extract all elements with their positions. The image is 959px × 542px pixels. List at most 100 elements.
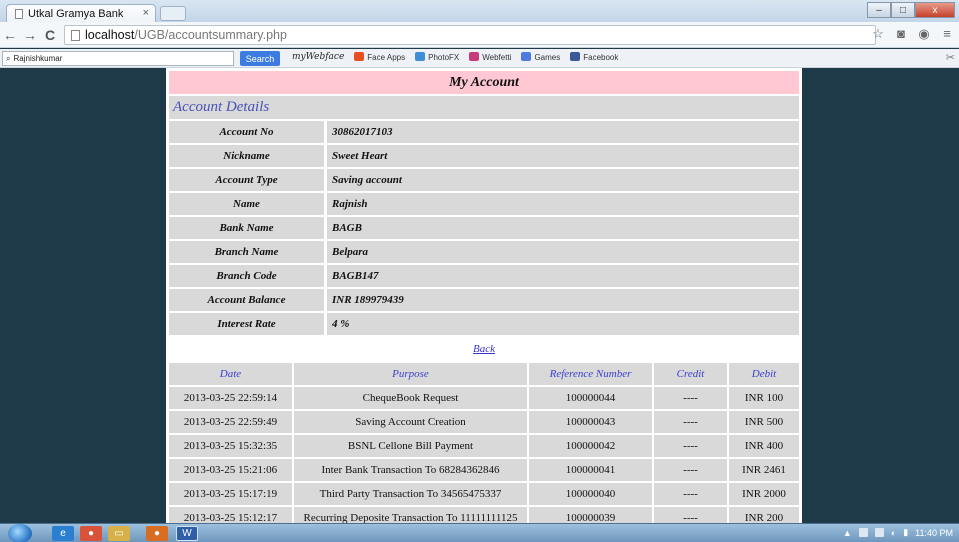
credit-cell: ---- bbox=[654, 483, 727, 505]
tray-arrow-icon[interactable]: ▲ bbox=[843, 528, 852, 538]
forward-arrow-icon[interactable]: → bbox=[20, 27, 40, 43]
reference-header: Reference Number bbox=[529, 363, 652, 385]
table-row: 2013-03-25 22:59:49 Saving Account Creati… bbox=[169, 411, 799, 433]
toolbar-link-photofx[interactable]: PhotoFX bbox=[415, 52, 459, 62]
extension-icon[interactable]: ◙ bbox=[893, 26, 909, 42]
detail-value: 4 % bbox=[327, 313, 799, 335]
tab-close-icon[interactable]: × bbox=[143, 7, 149, 19]
detail-value: BAGB147 bbox=[327, 265, 799, 287]
media-icon[interactable]: ● bbox=[146, 526, 168, 541]
mywebface-logo[interactable]: myWebface bbox=[292, 52, 344, 62]
table-row: 2013-03-25 15:12:17 Recurring Deposite Tr… bbox=[169, 507, 799, 523]
detail-label: Branch Name bbox=[169, 241, 324, 263]
reference-cell: 100000040 bbox=[529, 483, 652, 505]
ie-icon[interactable]: e bbox=[52, 526, 74, 541]
clock[interactable]: 11:40 PM bbox=[915, 528, 953, 538]
network-icon[interactable]: ▮ bbox=[903, 527, 908, 538]
word-icon[interactable]: W bbox=[176, 526, 198, 541]
purpose-cell: Recurring Deposite Transaction To 111111… bbox=[294, 507, 527, 523]
maximize-button[interactable]: □ bbox=[891, 2, 915, 18]
start-button[interactable] bbox=[8, 524, 32, 542]
toolbar-link-games[interactable]: Games bbox=[521, 52, 560, 62]
detail-label: Account Type bbox=[169, 169, 324, 191]
back-arrow-icon[interactable]: ← bbox=[0, 27, 20, 43]
purpose-cell: Inter Bank Transaction To 68284362846 bbox=[294, 459, 527, 481]
minimize-button[interactable]: – bbox=[867, 2, 891, 18]
tray-icon[interactable] bbox=[858, 528, 868, 537]
purpose-cell: BSNL Cellone Bill Payment bbox=[294, 435, 527, 457]
toolbar-links: myWebface Face Apps PhotoFX Webfetti Games F… bbox=[292, 52, 618, 62]
toolbar-link-label: Facebook bbox=[583, 53, 619, 62]
toolbar-link-icon bbox=[415, 52, 426, 61]
reference-cell: 100000042 bbox=[529, 435, 652, 457]
credit-header: Credit bbox=[654, 363, 727, 385]
chrome-icon[interactable]: ● bbox=[80, 526, 102, 541]
toolbar-link-icon bbox=[570, 52, 581, 61]
detail-value: BAGB bbox=[327, 217, 799, 239]
section-title: Account Details bbox=[169, 96, 799, 119]
page-icon bbox=[15, 9, 23, 19]
address-bar[interactable]: localhost /UGB/accountsummary.php bbox=[64, 25, 876, 45]
close-window-button[interactable]: x bbox=[915, 2, 955, 18]
detail-label: Interest Rate bbox=[169, 313, 324, 335]
extension-icon[interactable]: ◉ bbox=[916, 26, 932, 42]
reference-cell: 100000043 bbox=[529, 411, 652, 433]
browser-tab[interactable]: Utkal Gramya Bank × bbox=[6, 4, 156, 23]
reload-icon[interactable]: C bbox=[40, 27, 60, 43]
detail-value: Belpara bbox=[327, 241, 799, 263]
toolbar-link-label: PhotoFX bbox=[428, 53, 460, 62]
system-tray: ▲ ◐ ▮ 11:40 PM bbox=[843, 527, 953, 538]
tray-icon[interactable] bbox=[874, 528, 884, 537]
detail-row: Account Type Saving account bbox=[169, 169, 799, 191]
date-header: Date bbox=[169, 363, 292, 385]
purpose-cell: ChequeBook Request bbox=[294, 387, 527, 409]
detail-value: Rajnish bbox=[327, 193, 799, 215]
detail-label: Nickname bbox=[169, 145, 324, 167]
toolbar-link-label: Webfetti bbox=[482, 53, 512, 62]
detail-value: Saving account bbox=[327, 169, 799, 191]
table-row: 2013-03-25 15:32:35 BSNL Cellone Bill Pay… bbox=[169, 435, 799, 457]
detail-row: Interest Rate 4 % bbox=[169, 313, 799, 335]
debit-cell: INR 200 bbox=[729, 507, 799, 523]
detail-row: Name Rajnish bbox=[169, 193, 799, 215]
new-tab-button[interactable] bbox=[160, 6, 186, 21]
credit-cell: ---- bbox=[654, 459, 727, 481]
page-content: My Account Account Details Back Account … bbox=[0, 68, 959, 523]
bookmark-star-icon[interactable]: ☆ bbox=[870, 26, 886, 42]
date-cell: 2013-03-25 15:12:17 bbox=[169, 507, 292, 523]
credit-cell: ---- bbox=[654, 435, 727, 457]
debit-cell: INR 500 bbox=[729, 411, 799, 433]
toolbar-search-button[interactable]: Search bbox=[240, 51, 280, 66]
toolbar-link-icon bbox=[354, 52, 365, 61]
date-cell: 2013-03-25 15:21:06 bbox=[169, 459, 292, 481]
debit-header: Debit bbox=[729, 363, 799, 385]
page-icon bbox=[71, 29, 80, 41]
menu-icon[interactable]: ≡ bbox=[939, 26, 955, 42]
back-link[interactable]: Back bbox=[166, 343, 802, 355]
toolbar-search-input[interactable]: ⌕ Rajnishkumar bbox=[2, 51, 234, 66]
detail-row: Branch Name Belpara bbox=[169, 241, 799, 263]
detail-row: Account No 30862017103 bbox=[169, 121, 799, 143]
url-path: /UGB/accountsummary.php bbox=[134, 28, 287, 42]
toolbar-link-facebook[interactable]: Facebook bbox=[570, 52, 618, 62]
detail-label: Account Balance bbox=[169, 289, 324, 311]
reference-cell: 100000044 bbox=[529, 387, 652, 409]
toolbar-link-icon bbox=[521, 52, 532, 61]
credit-cell: ---- bbox=[654, 411, 727, 433]
wrench-icon[interactable]: ✂ bbox=[946, 51, 955, 64]
table-row: 2013-03-25 15:21:06 Inter Bank Transactio… bbox=[169, 459, 799, 481]
volume-icon[interactable]: ◐ bbox=[891, 528, 896, 538]
debit-cell: INR 2461 bbox=[729, 459, 799, 481]
toolbar-link-face-apps[interactable]: Face Apps bbox=[354, 52, 405, 62]
debit-cell: INR 100 bbox=[729, 387, 799, 409]
browser-actions: ☆ ◙ ◉ ≡ bbox=[870, 26, 955, 42]
url-host: localhost bbox=[85, 28, 135, 42]
toolbar-link-label: Face Apps bbox=[367, 53, 406, 62]
purpose-cell: Saving Account Creation bbox=[294, 411, 527, 433]
folder-icon[interactable]: ▭ bbox=[108, 526, 130, 541]
toolbar-link-webfetti[interactable]: Webfetti bbox=[469, 52, 511, 62]
detail-row: Bank Name BAGB bbox=[169, 217, 799, 239]
table-row: 2013-03-25 15:17:19 Third Party Transacti… bbox=[169, 483, 799, 505]
debit-cell: INR 2000 bbox=[729, 483, 799, 505]
taskbar: e ● ▭ ● W ▲ ◐ ▮ 11:40 PM bbox=[0, 523, 959, 542]
